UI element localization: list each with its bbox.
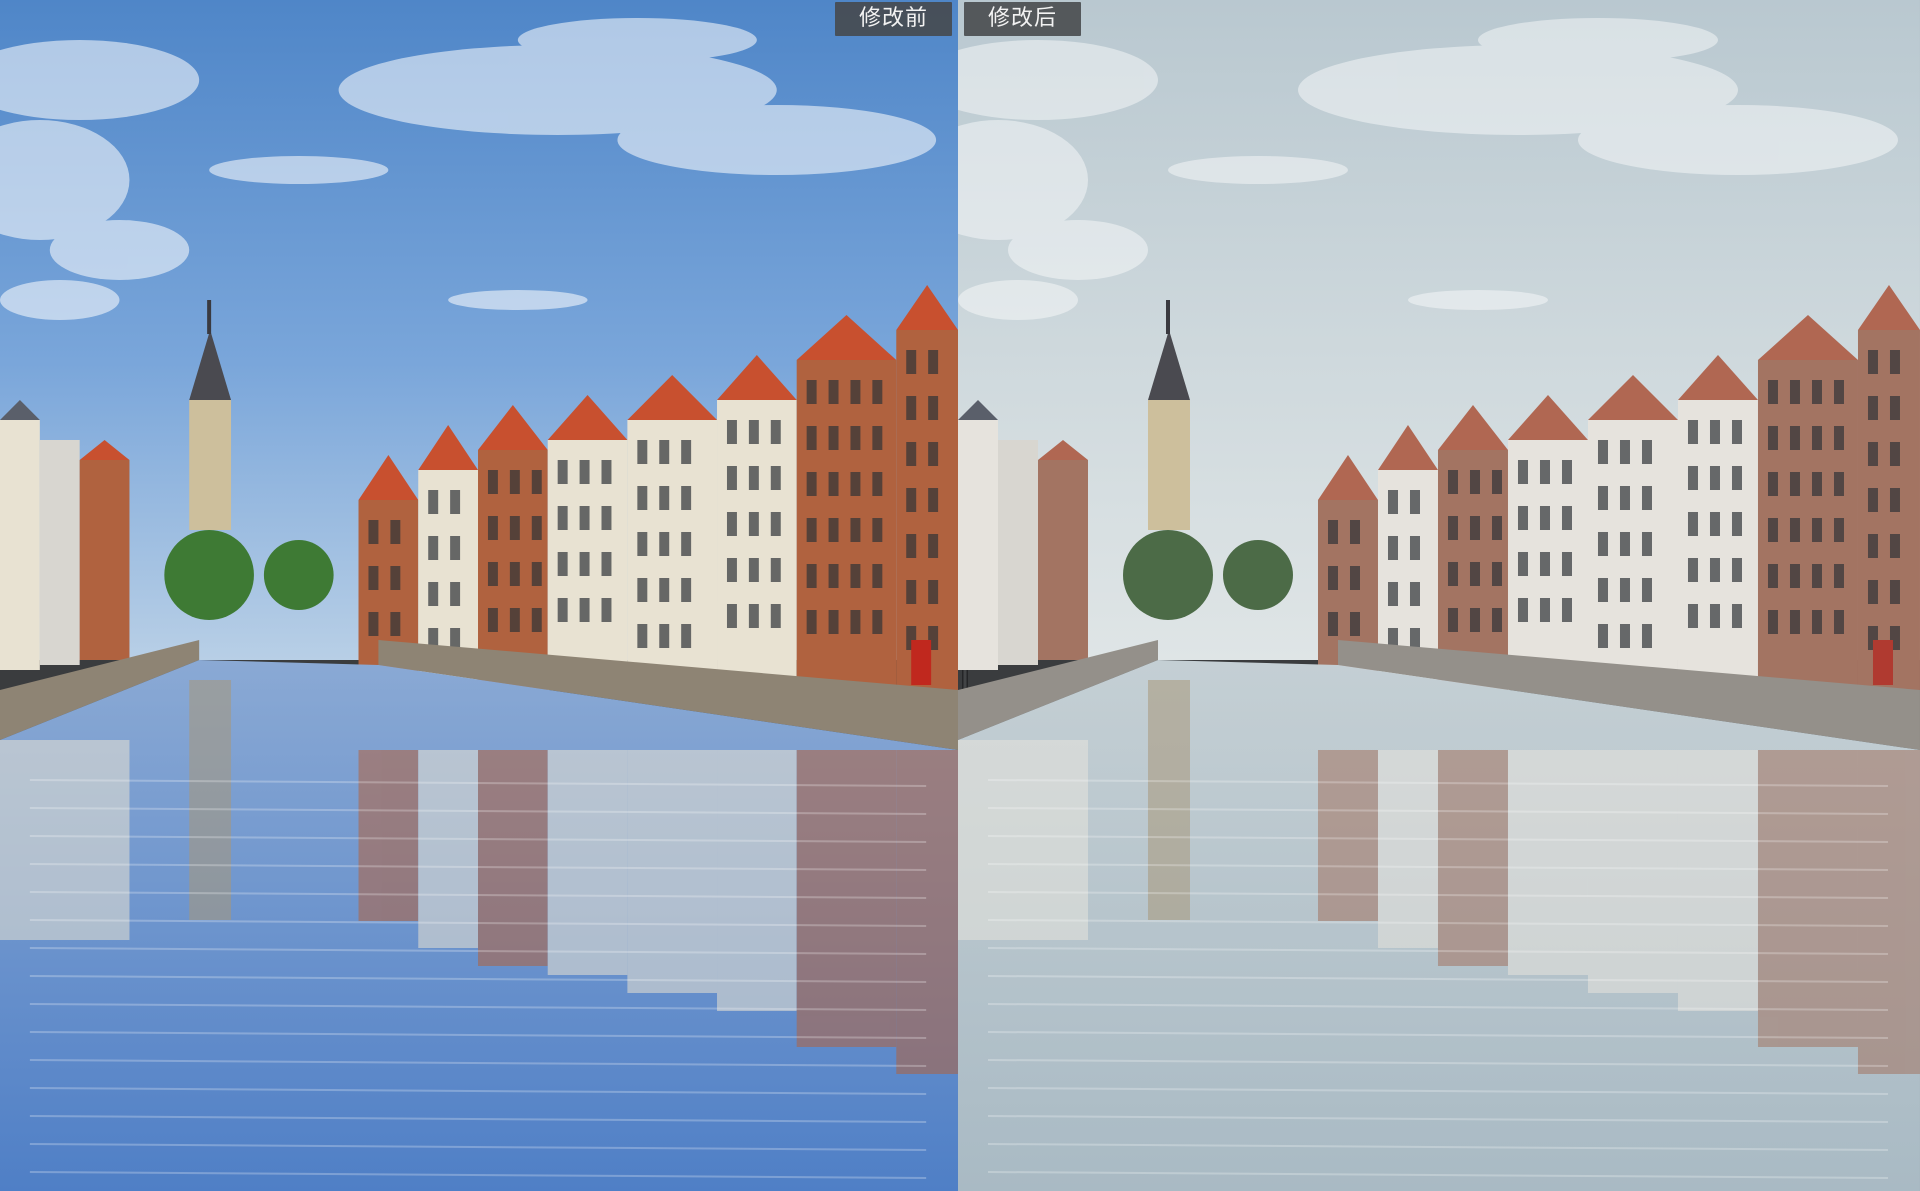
after-photo	[958, 0, 1920, 1191]
before-image-pane: 修改前	[0, 0, 959, 1191]
before-label: 修改前	[835, 2, 953, 36]
before-after-viewer: 修改前 修改后	[0, 0, 1920, 1191]
after-image-pane: 修改后	[958, 0, 1920, 1191]
before-photo	[0, 0, 959, 1191]
after-label: 修改后	[964, 2, 1082, 36]
